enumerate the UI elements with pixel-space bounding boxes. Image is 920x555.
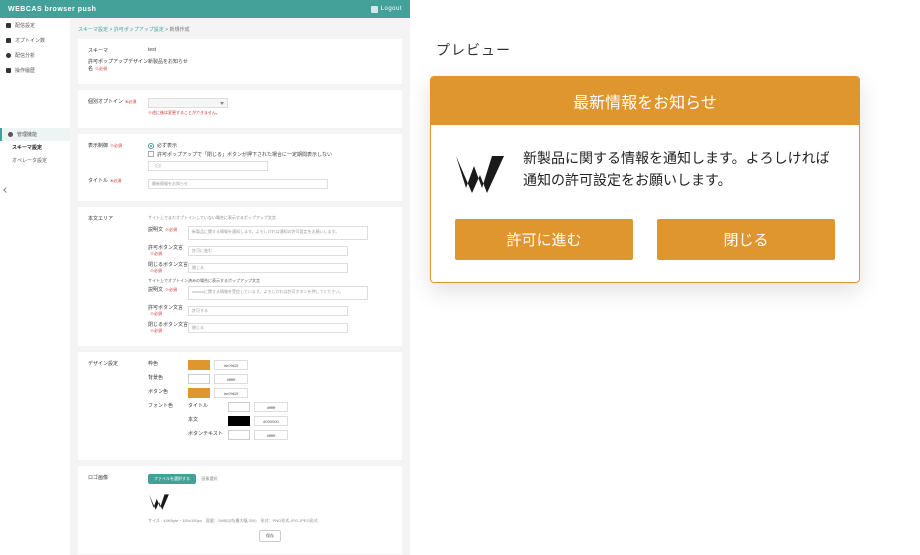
- gear-icon: [8, 132, 13, 137]
- breadcrumb-link[interactable]: 許可ポップアップ設定: [114, 27, 164, 33]
- radio-icon: [148, 143, 154, 149]
- sidebar-item-analytics[interactable]: 配信分析: [0, 48, 70, 63]
- schema-value: test: [148, 47, 392, 53]
- swatch-btn[interactable]: [188, 388, 210, 398]
- allow2-label: 許可ボタン文言※必須: [148, 304, 188, 317]
- desc-label: 説明文※必須: [148, 226, 188, 233]
- title-input[interactable]: 最新情報をお知らせ: [148, 179, 328, 189]
- checkbox-hide[interactable]: 許可ポップアップで「閉じる」ボタンが押下された場合に一定期間表示しない: [148, 151, 332, 158]
- preview-label: プレビュー: [436, 40, 900, 60]
- radio-always[interactable]: 必ず表示: [148, 142, 177, 149]
- sidebar-item-optin[interactable]: オプトイン数: [0, 33, 70, 48]
- logout-link[interactable]: Logout: [371, 6, 402, 13]
- allow-btn-label: 許可ボタン文言※必須: [148, 244, 188, 257]
- hex-btn[interactable]: #e0962f: [214, 388, 248, 398]
- title-label: タイトル※必須: [88, 177, 148, 184]
- card-display: 表示制御※必須 必ず表示 許可ポップアップで「閉じる」ボタンが押下された場合に一…: [78, 134, 402, 201]
- card-logo: ロゴ画像 ファイルを選択する 画像選択 サイズ : 44KByte・150x15…: [78, 466, 402, 554]
- save-button[interactable]: 保存: [259, 530, 281, 542]
- optin-select[interactable]: [148, 98, 228, 108]
- preview-panel: プレビュー 最新情報をお知らせ 新製品に関する情報を通知します。よろしければ通知…: [410, 0, 920, 555]
- swatch-bg[interactable]: [188, 374, 210, 384]
- card-design: デザイン設定 枠色#e0962f 背景色#ffffff ボタン色#e0962f …: [78, 352, 402, 460]
- display-label: 表示制御※必須: [88, 142, 148, 149]
- close-btn-input[interactable]: 閉じる: [188, 263, 348, 273]
- swatch-bar[interactable]: [188, 360, 210, 370]
- breadcrumb-current: 新規作成: [169, 27, 189, 33]
- card-optin: 個別オプトイン※必須 ※途に後は変更することができません。: [78, 90, 402, 128]
- file-status: 画像選択: [201, 476, 217, 481]
- design-section-label: デザイン設定: [88, 360, 148, 367]
- body-label: 本文エリア: [88, 215, 148, 222]
- popup-logo-icon: [455, 147, 505, 197]
- design-name-value: 新製品をお知らせ: [148, 58, 392, 65]
- close-btn-label: 閉じるボタン文言※必須: [148, 261, 188, 274]
- app-title: WEBCAS browser push: [8, 6, 96, 13]
- popup-preview: 最新情報をお知らせ 新製品に関する情報を通知します。よろしければ通知の許可設定を…: [430, 76, 860, 283]
- logout-icon: [371, 6, 378, 13]
- chevron-down-icon: [220, 102, 224, 105]
- card-schema: スキーマ test 許可ポップアップデザイン名※必須 新製品をお知らせ: [78, 39, 402, 84]
- sidebar-item-history[interactable]: 操作履歴: [0, 63, 70, 78]
- desc-input[interactable]: 新製品に関する情報を通知します。よろしければ通知の許可設定をお願いします。: [188, 226, 368, 240]
- hex-bar[interactable]: #e0962f: [214, 360, 248, 370]
- popup-title: 最新情報をお知らせ: [431, 77, 859, 125]
- card-body: 本文エリア サイト上でまだオプトインしていない場合に表示するポップアップ文言 説…: [78, 207, 402, 346]
- pie-icon: [6, 53, 11, 58]
- swatch-font-title[interactable]: [228, 402, 250, 412]
- hex-bg[interactable]: #ffffff: [214, 374, 248, 384]
- schema-label: スキーマ: [88, 47, 148, 54]
- close2-input[interactable]: 閉じる: [188, 323, 348, 333]
- popup-body-text: 新製品に関する情報を通知します。よろしければ通知の許可設定をお願いします。: [523, 147, 835, 197]
- app-header: WEBCAS browser push Logout: [0, 0, 410, 18]
- optin-warning: ※途に後は変更することができません。: [148, 110, 392, 116]
- body-note2: サイト上でオプトイン済みの場合に表示するポップアップ文言: [148, 278, 392, 284]
- file-select-button[interactable]: ファイルを選択する: [148, 474, 196, 484]
- logo-section-label: ロゴ画像: [88, 474, 148, 481]
- sidebar: 配信設定 オプトイン数 配信分析 操作履歴 管理機能 スキーマ設定 オペレータ設…: [0, 18, 70, 555]
- popup-close-button[interactable]: 閉じる: [657, 219, 835, 260]
- gear-icon: [6, 23, 11, 28]
- desc2-label: 説明文※必須: [148, 286, 188, 293]
- sidebar-item-operator[interactable]: オペレータ設定: [0, 154, 70, 167]
- close2-label: 閉じるボタン文言※必須: [148, 321, 188, 334]
- breadcrumb-link[interactable]: スキーマ設定: [78, 27, 108, 33]
- desc2-input[interactable]: xxxxxxに関する情報を受信しています。よろしければ許可ボタンを押してください…: [188, 286, 368, 300]
- swatch-font-btn[interactable]: [228, 430, 250, 440]
- logo-info: サイズ : 44KByte・150x150px 容量：1MB以内(最大幅 200…: [148, 518, 392, 524]
- sidebar-item-delivery[interactable]: 配信設定: [0, 18, 70, 33]
- flag-icon: [6, 38, 11, 43]
- main-content: スキーマ設定 > 許可ポップアップ設定 > 新規作成 スキーマ test 許可ポ…: [70, 18, 410, 555]
- breadcrumb: スキーマ設定 > 許可ポップアップ設定 > 新規作成: [78, 26, 402, 33]
- allow-btn-input[interactable]: 許可に進む: [188, 246, 348, 256]
- logo-preview-icon: [148, 490, 170, 512]
- days-input[interactable]: （日）: [148, 161, 268, 171]
- swatch-font-body[interactable]: [228, 416, 250, 426]
- optin-label: 個別オプトイン※必須: [88, 98, 148, 105]
- body-note1: サイト上でまだオプトインしていない場合に表示するポップアップ文言: [148, 215, 392, 221]
- sidebar-group-admin[interactable]: 管理機能: [0, 128, 70, 141]
- chevron-left-icon[interactable]: [3, 187, 9, 193]
- sidebar-item-schema[interactable]: スキーマ設定: [0, 141, 70, 154]
- allow2-input[interactable]: 許可する: [188, 306, 348, 316]
- clock-icon: [6, 68, 11, 73]
- design-name-label: 許可ポップアップデザイン名※必須: [88, 58, 148, 72]
- checkbox-icon: [148, 151, 154, 157]
- popup-allow-button[interactable]: 許可に進む: [455, 219, 633, 260]
